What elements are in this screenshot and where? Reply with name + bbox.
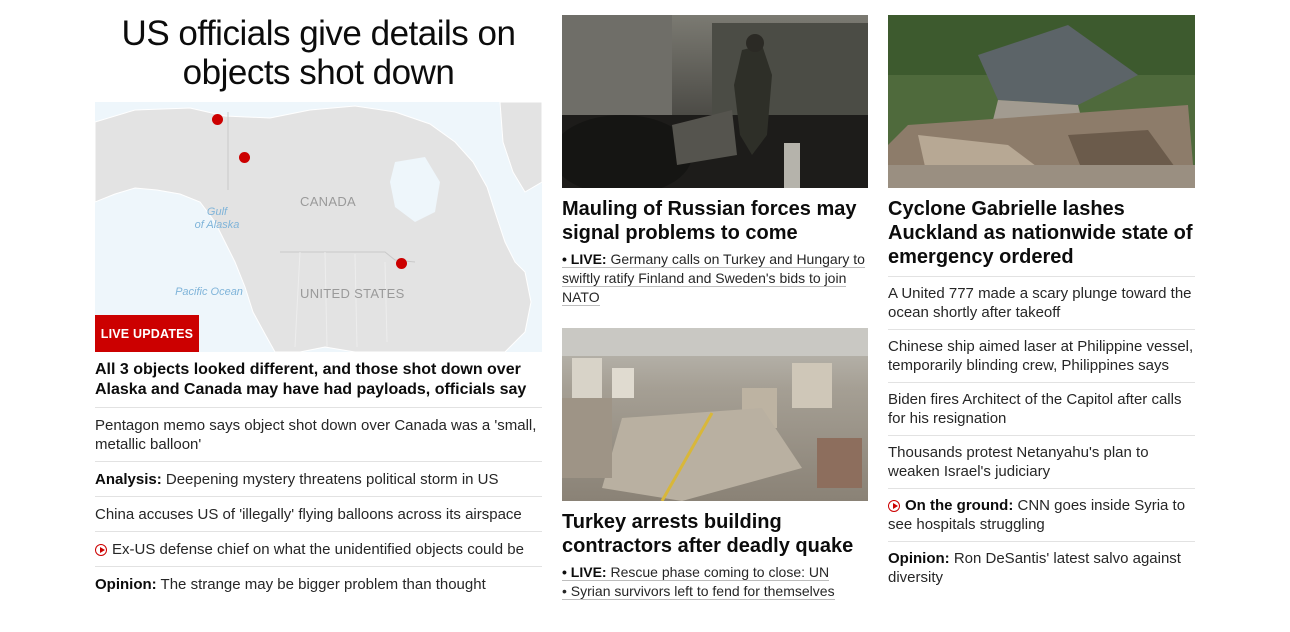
- live-updates-badge[interactable]: LIVE UPDATES: [95, 315, 199, 352]
- list-item[interactable]: Chinese ship aimed laser at Philippine v…: [888, 329, 1195, 382]
- map-pin-alaska[interactable]: [212, 114, 223, 125]
- map-pin-yukon[interactable]: [239, 152, 250, 163]
- ukraine-soldier-photo[interactable]: [562, 15, 868, 188]
- related-sub-link[interactable]: • Syrian survivors left to fend for them…: [562, 582, 868, 601]
- list-item[interactable]: Ex-US defense chief on what the unidenti…: [95, 532, 542, 567]
- lead-story-link[interactable]: All 3 objects looked different, and thos…: [95, 360, 542, 408]
- map-label-us: UNITED STATES: [300, 286, 405, 301]
- story-headline[interactable]: Turkey arrests building contractors afte…: [562, 510, 868, 558]
- live-sub-link[interactable]: • LIVE: Germany calls on Turkey and Hung…: [562, 250, 868, 307]
- map-image[interactable]: CANADA UNITED STATES Gulf of Alaska Pacif…: [95, 102, 542, 352]
- list-item[interactable]: On the ground: CNN goes inside Syria to …: [888, 488, 1195, 541]
- list-item[interactable]: China accuses US of 'illegally' flying b…: [95, 497, 542, 532]
- live-sub-link[interactable]: • LIVE: Rescue phase coming to close: UN: [562, 563, 868, 582]
- cyclone-photo-art: [888, 15, 1195, 188]
- list-item[interactable]: Thousands protest Netanyahu's plan to we…: [888, 435, 1195, 488]
- story-headline[interactable]: Cyclone Gabrielle lashes Auckland as nat…: [888, 197, 1195, 269]
- second-column: Mauling of Russian forces may signal pro…: [562, 0, 868, 601]
- top-story-column: US officials give details on objects sho…: [95, 0, 542, 601]
- list-item[interactable]: Opinion: The strange may be bigger probl…: [95, 567, 542, 601]
- soldier-photo-art: [562, 15, 868, 188]
- list-item[interactable]: A United 777 made a scary plunge toward …: [888, 276, 1195, 329]
- cyclone-damage-photo[interactable]: [888, 15, 1195, 188]
- main-headline[interactable]: US officials give details on objects sho…: [95, 14, 542, 92]
- earthquake-aerial-photo[interactable]: [562, 328, 868, 501]
- list-item[interactable]: Pentagon memo says object shot down over…: [95, 408, 542, 462]
- list-item[interactable]: Biden fires Architect of the Capitol aft…: [888, 382, 1195, 435]
- list-item[interactable]: Opinion: Ron DeSantis' latest salvo agai…: [888, 541, 1195, 594]
- third-column: Cyclone Gabrielle lashes Auckland as nat…: [888, 0, 1195, 594]
- map-pin-lake-huron[interactable]: [396, 258, 407, 269]
- play-video-icon: [888, 500, 900, 512]
- map-label-canada: CANADA: [300, 194, 356, 209]
- list-item[interactable]: Analysis: Deepening mystery threatens po…: [95, 462, 542, 497]
- story-headline[interactable]: Mauling of Russian forces may signal pro…: [562, 197, 868, 245]
- map-label-gulf: Gulf of Alaska: [194, 206, 240, 231]
- earthquake-photo-art: [562, 328, 868, 501]
- map-label-pacific: Pacific Ocean: [175, 286, 243, 298]
- play-video-icon: [95, 544, 107, 556]
